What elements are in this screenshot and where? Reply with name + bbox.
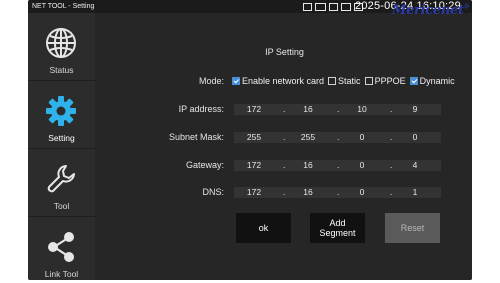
watermark-text: Mericenet [392,3,464,18]
ip-setting-panel: IP Setting Mode: Enable network card Sta… [97,13,472,280]
octet-input[interactable]: 0 [396,132,434,143]
option-label: PPPOE [374,76,406,86]
dns-field[interactable]: 172 . 16 . 0 . 1 [234,187,441,198]
ok-button-label: ok [258,223,269,233]
sidebar-item-link-tool[interactable]: Link Tool [28,217,95,280]
octet-input[interactable]: 1 [396,187,434,198]
wrench-icon [47,165,75,193]
reset-button[interactable]: Reset [385,213,440,243]
octet-input[interactable]: 255 [289,132,327,143]
sidebar: Status Setting Tool Link Tool [28,13,95,280]
page-title: IP Setting [265,47,304,57]
ip-address-label: IP address: [178,104,224,114]
octet-input[interactable]: 9 [396,104,434,115]
octet-separator: . [337,160,340,170]
gateway-label: Gateway: [185,160,224,170]
sidebar-item-tool[interactable]: Tool [28,149,95,217]
sidebar-item-label: Status [49,65,74,75]
option-label: Dynamic [419,76,455,86]
sd-card-icon [303,2,312,11]
sidebar-item-label: Tool [53,201,70,211]
option-label: Static [338,76,361,86]
device-screen: NET TOOL - Setting 2025-06-24 16:10:29 S… [28,0,472,280]
checkbox-unchecked[interactable] [364,77,373,85]
octet-input[interactable]: 10 [343,104,381,115]
mode-options: Enable network card Static PPPOE Dynamic [232,75,459,87]
sidebar-item-label: Setting [48,133,75,143]
octet-input[interactable]: 16 [289,160,327,171]
sidebar-item-status[interactable]: Status [28,13,95,81]
add-segment-label-line1: Add [329,218,346,228]
octet-input[interactable]: 16 [289,187,327,198]
octet-separator: . [337,187,340,197]
enable-network-card-checkbox[interactable]: Enable network card [232,76,324,86]
gear-icon [46,96,76,126]
checkbox-checked[interactable] [232,77,240,85]
window-title: NET TOOL - Setting [32,3,95,10]
octet-input[interactable]: 255 [235,132,273,143]
octet-separator: . [390,160,393,170]
share-icon [48,232,74,262]
octet-separator: . [337,132,340,142]
octet-input[interactable]: 16 [289,104,327,115]
octet-separator: . [337,104,340,114]
add-segment-button[interactable]: Add Segment [310,213,365,243]
octet-input[interactable]: 172 [235,104,273,115]
option-label: Enable network card [242,76,325,86]
mode-label: Mode: [198,76,224,86]
hdmi-icon [341,2,351,11]
octet-separator: . [283,104,286,114]
octet-separator: . [390,187,393,197]
globe-icon [46,28,76,58]
static-checkbox[interactable]: Static [328,76,361,86]
battery-icon [315,2,326,11]
add-segment-label-line2: Segment [319,228,356,238]
octet-separator: . [283,160,286,170]
octet-separator: . [283,187,286,197]
octet-input[interactable]: 4 [396,160,434,171]
octet-separator: . [283,132,286,142]
checkbox-checked[interactable] [409,77,418,85]
octet-input[interactable]: 0 [343,132,381,143]
registered-mark: ® [463,3,470,11]
dns-label: DNS: [202,187,224,197]
dynamic-checkbox[interactable]: Dynamic [409,76,455,86]
reset-button-label: Reset [400,223,425,233]
ok-button[interactable]: ok [236,213,291,243]
subnet-mask-field[interactable]: 255 . 255 . 0 . 0 [234,132,441,143]
octet-separator: . [390,132,393,142]
watermark-logo: Mericenet® [392,3,470,18]
gateway-field[interactable]: 172 . 16 . 0 . 4 [234,160,441,171]
usb-icon [329,2,338,11]
status-icons [303,2,363,11]
sidebar-item-label: Link Tool [44,269,79,279]
subnet-mask-label: Subnet Mask: [168,132,224,142]
checkbox-unchecked[interactable] [328,77,337,85]
pppoe-checkbox[interactable]: PPPOE [364,76,406,86]
octet-input[interactable]: 0 [343,187,381,198]
ip-address-field[interactable]: 172 . 16 . 10 . 9 [234,104,441,115]
octet-input[interactable]: 0 [343,160,381,171]
octet-separator: . [390,104,393,114]
sidebar-item-setting[interactable]: Setting [28,81,95,149]
octet-input[interactable]: 172 [235,160,273,171]
octet-input[interactable]: 172 [235,187,273,198]
